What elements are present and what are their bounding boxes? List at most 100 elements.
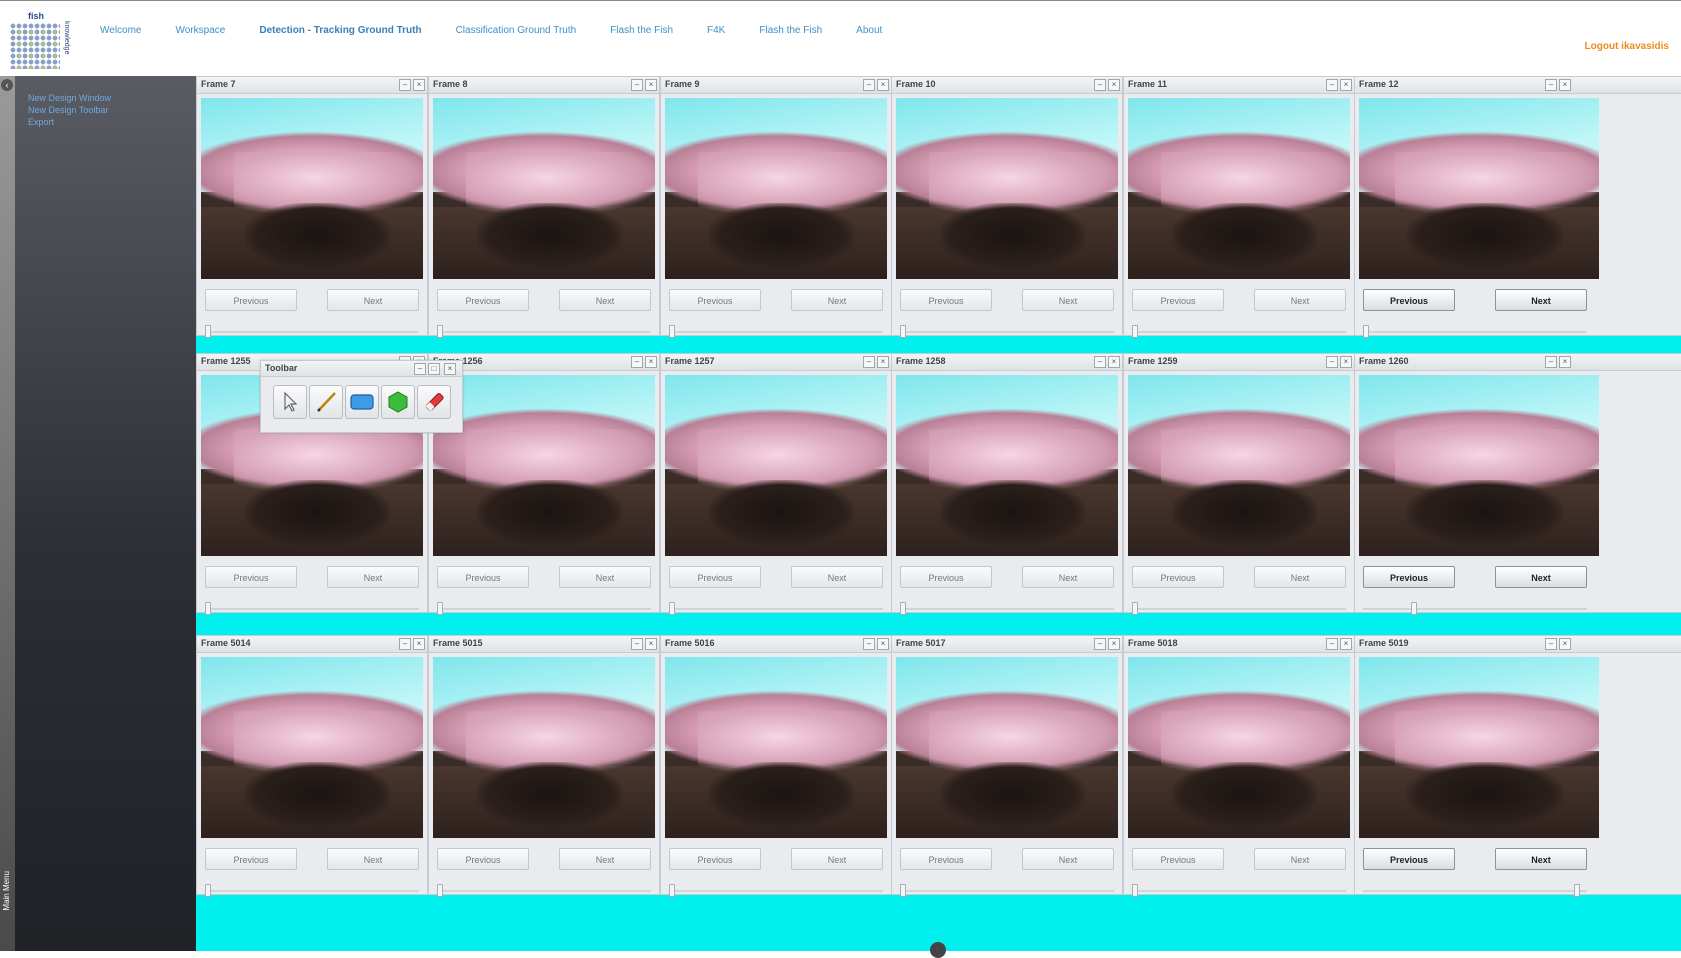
frame-titlebar[interactable]: Frame 10 – ×	[892, 77, 1122, 94]
previous-button[interactable]: Previous	[1132, 289, 1224, 311]
frame-titlebar[interactable]: Frame 7 – ×	[197, 77, 427, 94]
frame-slider[interactable]	[197, 319, 427, 345]
frame-slider[interactable]	[429, 319, 659, 345]
nav-item-5[interactable]: F4K	[707, 25, 725, 39]
frame-slider[interactable]	[197, 596, 427, 622]
slider-thumb[interactable]	[205, 884, 211, 897]
previous-button[interactable]: Previous	[437, 566, 529, 588]
previous-button[interactable]: Previous	[1363, 566, 1455, 588]
previous-button[interactable]: Previous	[1363, 289, 1455, 311]
logout-link[interactable]: Logout ikavasidis	[1585, 41, 1669, 52]
frame-titlebar[interactable]: Frame 5017 – ×	[892, 636, 1122, 653]
next-button[interactable]: Next	[791, 289, 883, 311]
next-button[interactable]: Next	[1495, 848, 1587, 870]
frame-image[interactable]	[896, 375, 1118, 556]
slider-thumb[interactable]	[1410, 602, 1417, 615]
slider-thumb[interactable]	[669, 884, 675, 897]
next-button[interactable]: Next	[327, 289, 419, 311]
minimize-icon[interactable]: –	[1545, 356, 1557, 368]
next-button[interactable]: Next	[1254, 566, 1346, 588]
frame-titlebar[interactable]: Frame 1259 – ×	[1124, 354, 1354, 371]
slider-thumb[interactable]	[1363, 325, 1369, 338]
previous-button[interactable]: Previous	[669, 566, 761, 588]
minimize-icon[interactable]: –	[1326, 638, 1338, 650]
frame-image[interactable]	[665, 98, 887, 279]
slider-thumb[interactable]	[437, 325, 443, 338]
eraser-icon[interactable]	[417, 385, 451, 419]
frame-titlebar[interactable]: Frame 11 – ×	[1124, 77, 1354, 94]
nav-item-6[interactable]: Flash the Fish	[759, 25, 822, 39]
next-button[interactable]: Next	[1022, 566, 1114, 588]
frame-titlebar[interactable]: Frame 5015 – ×	[429, 636, 659, 653]
frame-image[interactable]	[1359, 657, 1599, 838]
slider-thumb[interactable]	[437, 884, 443, 897]
pointer-icon[interactable]	[273, 385, 307, 419]
minimize-icon[interactable]: –	[863, 638, 875, 650]
frame-window[interactable]: Frame 8 – × Previous Next	[428, 76, 660, 338]
frame-image[interactable]	[665, 375, 887, 556]
slider-thumb[interactable]	[1132, 325, 1138, 338]
side-menu-item[interactable]: New Design Toolbar	[28, 104, 196, 116]
maximize-icon[interactable]: □	[428, 363, 440, 375]
frame-slider[interactable]	[892, 878, 1122, 904]
previous-button[interactable]: Previous	[900, 566, 992, 588]
close-icon[interactable]: ×	[645, 638, 657, 650]
next-button[interactable]: Next	[559, 289, 651, 311]
frame-window[interactable]: Frame 5017 – × Previous Next	[891, 635, 1123, 897]
minimize-icon[interactable]: –	[1326, 79, 1338, 91]
frame-slider[interactable]	[429, 878, 659, 904]
minimize-icon[interactable]: –	[1094, 638, 1106, 650]
frame-slider[interactable]	[1124, 878, 1354, 904]
frame-image[interactable]	[1128, 375, 1350, 556]
frame-slider[interactable]	[661, 878, 891, 904]
minimize-icon[interactable]: –	[1545, 638, 1557, 650]
frame-slider[interactable]	[197, 878, 427, 904]
frame-slider[interactable]	[1355, 319, 1595, 345]
minimize-icon[interactable]: –	[863, 356, 875, 368]
close-icon[interactable]: ×	[877, 356, 889, 368]
next-button[interactable]: Next	[791, 566, 883, 588]
frame-window[interactable]: Frame 11 – × Previous Next	[1123, 76, 1355, 338]
next-button[interactable]: Next	[559, 848, 651, 870]
frame-window[interactable]: Frame 12 – × Previous Next	[1354, 76, 1681, 338]
frame-image[interactable]	[665, 657, 887, 838]
close-icon[interactable]: ×	[413, 79, 425, 91]
close-icon[interactable]: ×	[1340, 79, 1352, 91]
minimize-icon[interactable]: –	[1094, 356, 1106, 368]
frame-window[interactable]: Frame 9 – × Previous Next	[660, 76, 892, 338]
next-button[interactable]: Next	[1022, 848, 1114, 870]
frame-slider[interactable]	[1124, 596, 1354, 622]
previous-button[interactable]: Previous	[669, 289, 761, 311]
slider-thumb[interactable]	[1132, 602, 1138, 615]
slider-thumb[interactable]	[205, 325, 211, 338]
scroll-handle[interactable]	[930, 942, 946, 958]
frame-image[interactable]	[433, 657, 655, 838]
frame-window[interactable]: Frame 1257 – × Previous Next	[660, 353, 892, 615]
frame-window[interactable]: Frame 1260 – × Previous Next	[1354, 353, 1681, 615]
close-icon[interactable]: ×	[1108, 638, 1120, 650]
toolbar-titlebar[interactable]: Toolbar – □ ×	[261, 361, 462, 377]
close-icon[interactable]: ×	[1559, 356, 1571, 368]
next-button[interactable]: Next	[1495, 289, 1587, 311]
frame-titlebar[interactable]: Frame 8 – ×	[429, 77, 659, 94]
minimize-icon[interactable]: –	[399, 638, 411, 650]
minimize-icon[interactable]: –	[631, 638, 643, 650]
toolbar-window[interactable]: Toolbar – □ ×	[260, 360, 463, 433]
minimize-icon[interactable]: –	[414, 363, 426, 375]
close-icon[interactable]: ×	[413, 638, 425, 650]
previous-button[interactable]: Previous	[205, 848, 297, 870]
close-icon[interactable]: ×	[877, 638, 889, 650]
frame-slider[interactable]	[661, 319, 891, 345]
frame-image[interactable]	[1359, 98, 1599, 279]
frame-window[interactable]: Frame 5014 – × Previous Next	[196, 635, 428, 897]
previous-button[interactable]: Previous	[437, 848, 529, 870]
previous-button[interactable]: Previous	[900, 848, 992, 870]
close-icon[interactable]: ×	[444, 363, 456, 375]
minimize-icon[interactable]: –	[863, 79, 875, 91]
minimize-icon[interactable]: –	[1094, 79, 1106, 91]
side-menu-item[interactable]: New Design Window	[28, 92, 196, 104]
frame-titlebar[interactable]: Frame 1260 – ×	[1355, 354, 1681, 371]
next-button[interactable]: Next	[1254, 289, 1346, 311]
minimize-icon[interactable]: –	[399, 79, 411, 91]
nav-item-2[interactable]: Detection - Tracking Ground Truth	[259, 25, 421, 39]
